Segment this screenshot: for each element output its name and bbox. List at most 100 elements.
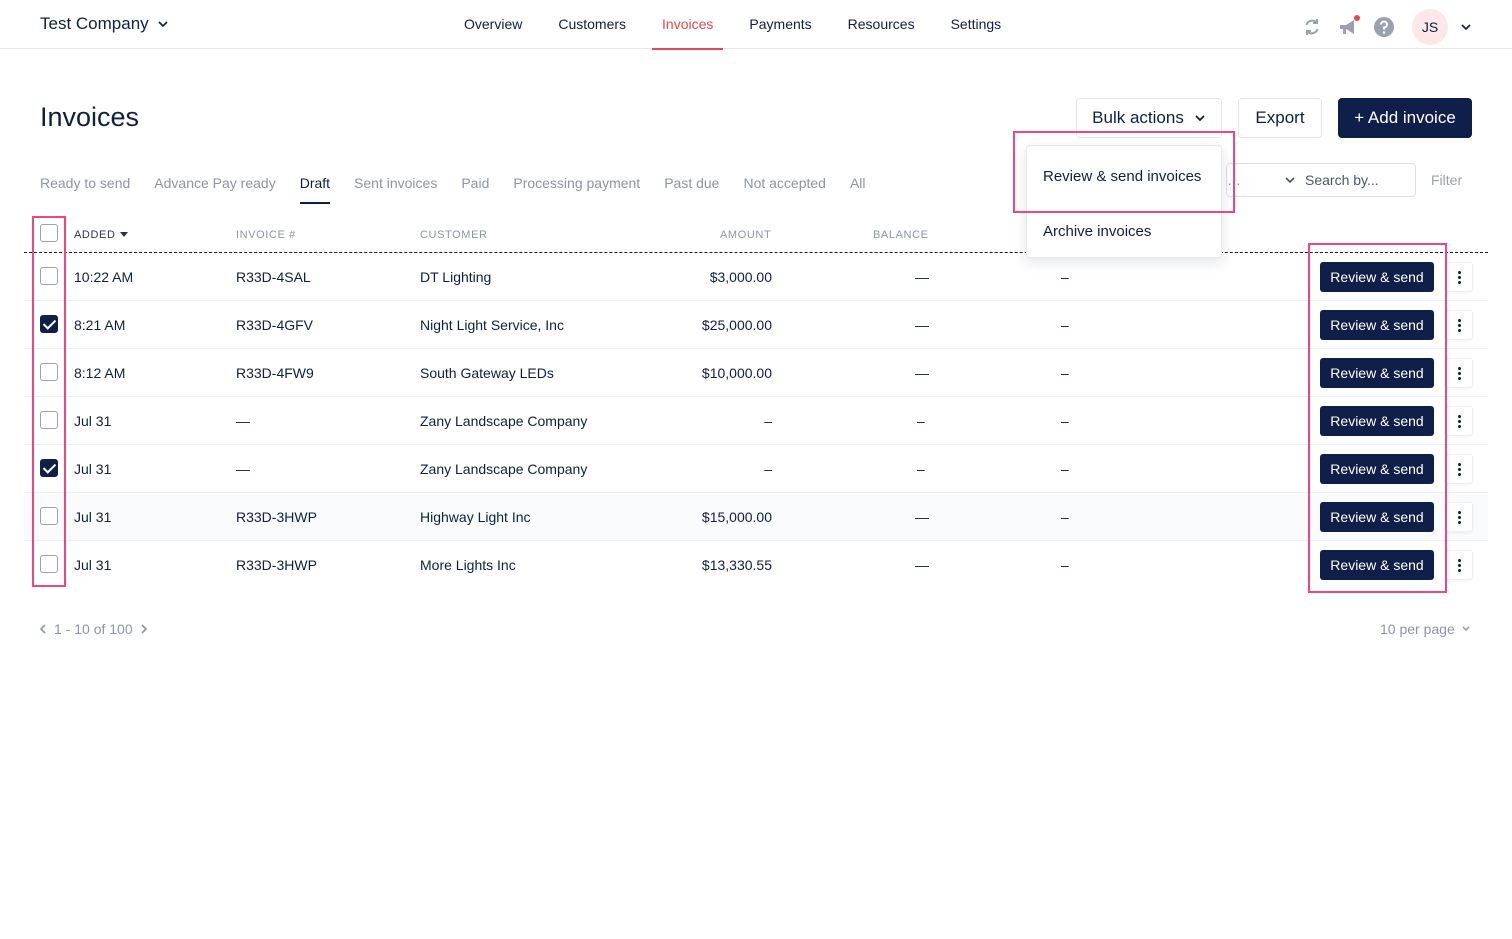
tab-all[interactable]: All	[850, 164, 866, 204]
per-page-select[interactable]: 10 per page	[1380, 621, 1471, 637]
row-checkbox[interactable]	[40, 411, 58, 429]
tab-not-accepted[interactable]: Not accepted	[743, 164, 826, 204]
bulk-actions-menu: Review & send invoices Archive invoices	[1026, 145, 1222, 258]
export-button[interactable]: Export	[1238, 98, 1322, 138]
tab-ready-to-send[interactable]: Ready to send	[40, 164, 130, 204]
tab-advance-pay-ready[interactable]: Advance Pay ready	[154, 164, 275, 204]
cell-extra: –	[1061, 461, 1069, 477]
cell-amount: –	[764, 461, 772, 477]
per-page-label: 10 per page	[1380, 621, 1455, 637]
row-checkbox[interactable]	[40, 363, 58, 381]
cell-balance: –	[917, 413, 925, 429]
row-checkbox[interactable]	[40, 555, 58, 573]
chevron-down-icon[interactable]	[1460, 21, 1472, 33]
row-menu-button[interactable]	[1445, 358, 1473, 388]
search-by-label: Search by...	[1305, 172, 1379, 188]
chevron-down-icon	[1285, 177, 1295, 184]
table-header: ADDED INVOICE # CUSTOMER AMOUNT BALANCE	[24, 216, 1488, 253]
user-avatar[interactable]: JS	[1412, 9, 1448, 45]
cell-extra: –	[1061, 317, 1069, 333]
tab-sent-invoices[interactable]: Sent invoices	[354, 164, 437, 204]
help-icon[interactable]	[1372, 15, 1396, 39]
nav-overview[interactable]: Overview	[446, 0, 540, 49]
filter-link[interactable]: Filter	[1431, 172, 1462, 188]
nav-settings[interactable]: Settings	[933, 0, 1020, 49]
cell-extra: –	[1061, 365, 1069, 381]
row-menu-button[interactable]	[1445, 262, 1473, 292]
table-row: 8:12 AM R33D-4FW9 South Gateway LEDs $10…	[24, 349, 1488, 397]
tab-processing-payment[interactable]: Processing payment	[513, 164, 640, 204]
tab-paid[interactable]: Paid	[461, 164, 489, 204]
tab-draft[interactable]: Draft	[299, 164, 331, 204]
cell-amount: $25,000.00	[701, 317, 772, 333]
invoices-table: ADDED INVOICE # CUSTOMER AMOUNT BALANCE …	[24, 216, 1488, 589]
cell-customer: South Gateway LEDs	[420, 365, 554, 381]
cell-balance: —	[915, 269, 929, 285]
nav-resources[interactable]: Resources	[830, 0, 933, 49]
column-invoice: INVOICE #	[236, 229, 296, 241]
cell-invoice: R33D-4FW9	[236, 365, 314, 381]
row-menu-button[interactable]	[1445, 502, 1473, 532]
nav-invoices[interactable]: Invoices	[644, 0, 731, 50]
kebab-icon	[1457, 414, 1461, 429]
cell-amount: $10,000.00	[701, 365, 772, 381]
column-added[interactable]: ADDED	[74, 229, 128, 241]
nav-payments[interactable]: Payments	[731, 0, 829, 49]
notification-dot	[1354, 15, 1360, 21]
review-send-button[interactable]: Review & send	[1320, 310, 1434, 340]
megaphone-icon[interactable]	[1336, 15, 1360, 39]
chevron-down-icon	[1462, 626, 1470, 632]
cell-extra: –	[1061, 269, 1069, 285]
cell-amount: $13,330.55	[701, 557, 772, 573]
cell-amount: –	[764, 413, 772, 429]
bulk-actions-button[interactable]: Bulk actions	[1076, 98, 1222, 138]
cell-extra: –	[1061, 509, 1069, 525]
table-row: 8:21 AM R33D-4GFV Night Light Service, I…	[24, 301, 1488, 349]
cell-customer: DT Lighting	[420, 269, 492, 285]
review-send-button[interactable]: Review & send	[1320, 358, 1434, 388]
chevron-down-icon	[1195, 115, 1205, 122]
menu-item-archive-invoices[interactable]: Archive invoices	[1043, 223, 1151, 240]
cell-invoice: R33D-4SAL	[236, 269, 311, 285]
kebab-icon	[1457, 558, 1461, 573]
select-all-checkbox[interactable]	[40, 224, 58, 242]
row-checkbox[interactable]	[40, 267, 58, 285]
review-send-button[interactable]: Review & send	[1320, 502, 1434, 532]
row-menu-button[interactable]	[1445, 550, 1473, 580]
tab-past-due[interactable]: Past due	[664, 164, 719, 204]
row-checkbox[interactable]	[40, 459, 58, 477]
sort-desc-icon	[119, 232, 128, 237]
column-balance: BALANCE	[873, 229, 929, 241]
pagination-range: 1 - 10 of 100	[54, 621, 133, 637]
search-by-dropdown[interactable]: … Search by...	[1226, 163, 1416, 197]
review-send-button[interactable]: Review & send	[1320, 406, 1434, 436]
table-row: Jul 31 R33D-3HWP More Lights Inc $13,330…	[24, 541, 1488, 589]
sync-icon[interactable]	[1300, 15, 1324, 39]
company-switcher[interactable]: Test Company	[40, 14, 169, 34]
kebab-icon	[1457, 366, 1461, 381]
review-send-button[interactable]: Review & send	[1320, 550, 1434, 580]
cell-extra: –	[1061, 413, 1069, 429]
row-menu-button[interactable]	[1445, 454, 1473, 484]
cell-invoice: R33D-3HWP	[236, 509, 317, 525]
chevron-right-icon[interactable]	[139, 623, 149, 635]
table-row: 10:22 AM R33D-4SAL DT Lighting $3,000.00…	[24, 253, 1488, 301]
menu-item-review-send-invoices[interactable]: Review & send invoices	[1043, 168, 1201, 185]
cell-invoice: R33D-4GFV	[236, 317, 314, 333]
column-amount: AMOUNT	[720, 229, 772, 241]
row-menu-button[interactable]	[1445, 406, 1473, 436]
review-send-button[interactable]: Review & send	[1320, 262, 1434, 292]
cell-balance: —	[915, 365, 929, 381]
nav-customers[interactable]: Customers	[540, 0, 644, 49]
cell-customer: Zany Landscape Company	[420, 413, 588, 429]
cell-added: Jul 31	[74, 509, 112, 525]
chevron-left-icon[interactable]	[38, 623, 48, 635]
row-checkbox[interactable]	[40, 315, 58, 333]
table-row: Jul 31 — Zany Landscape Company – – – Re…	[24, 397, 1488, 445]
row-menu-button[interactable]	[1445, 310, 1473, 340]
review-send-button[interactable]: Review & send	[1320, 454, 1434, 484]
row-checkbox[interactable]	[40, 507, 58, 525]
top-navigation-bar: Test Company Overview Customers Invoices…	[0, 0, 1512, 50]
add-invoice-button[interactable]: + Add invoice	[1338, 98, 1472, 138]
cell-added: 10:22 AM	[74, 269, 134, 285]
